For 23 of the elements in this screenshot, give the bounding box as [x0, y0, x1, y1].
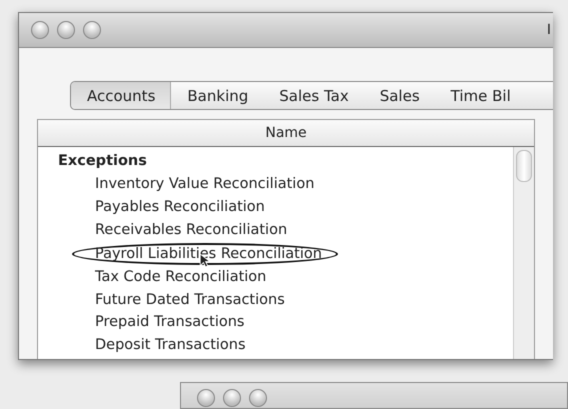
tree-item[interactable]: Receivables Reconciliation — [95, 218, 288, 242]
column-header[interactable]: Name — [38, 120, 534, 146]
window-control-icon[interactable] — [31, 21, 49, 39]
window-control-icon[interactable] — [223, 389, 241, 407]
tree-item[interactable]: Inventory Value Reconciliation — [95, 172, 314, 196]
tree-item[interactable]: Tax Code Reconciliation — [95, 266, 266, 289]
window-control-icon[interactable] — [57, 21, 75, 39]
tab[interactable]: Time Bil — [434, 82, 526, 109]
tree-item[interactable]: Payables Reconciliation — [95, 196, 265, 219]
tab[interactable]: Sales — [364, 82, 435, 109]
window-control-icon[interactable] — [83, 21, 101, 39]
tree-group-label[interactable]: Exceptions — [58, 150, 147, 173]
window-control-icon[interactable] — [197, 389, 215, 407]
tab[interactable]: Sales Tax — [263, 82, 364, 109]
scrollbar[interactable] — [513, 147, 534, 359]
window-control-icon[interactable] — [249, 389, 267, 407]
circled-tree-item[interactable]: Payroll Liabilities Reconciliation — [72, 242, 338, 265]
tree-item[interactable]: Future Dated Transactions — [95, 288, 285, 312]
tree-item[interactable]: Prepaid Transactions — [95, 311, 244, 334]
tree-item[interactable]: Deposit Transactions — [95, 334, 246, 358]
tab[interactable]: Banking — [171, 82, 264, 109]
tab[interactable]: Accounts — [71, 82, 172, 109]
window-title: I — [546, 22, 552, 38]
